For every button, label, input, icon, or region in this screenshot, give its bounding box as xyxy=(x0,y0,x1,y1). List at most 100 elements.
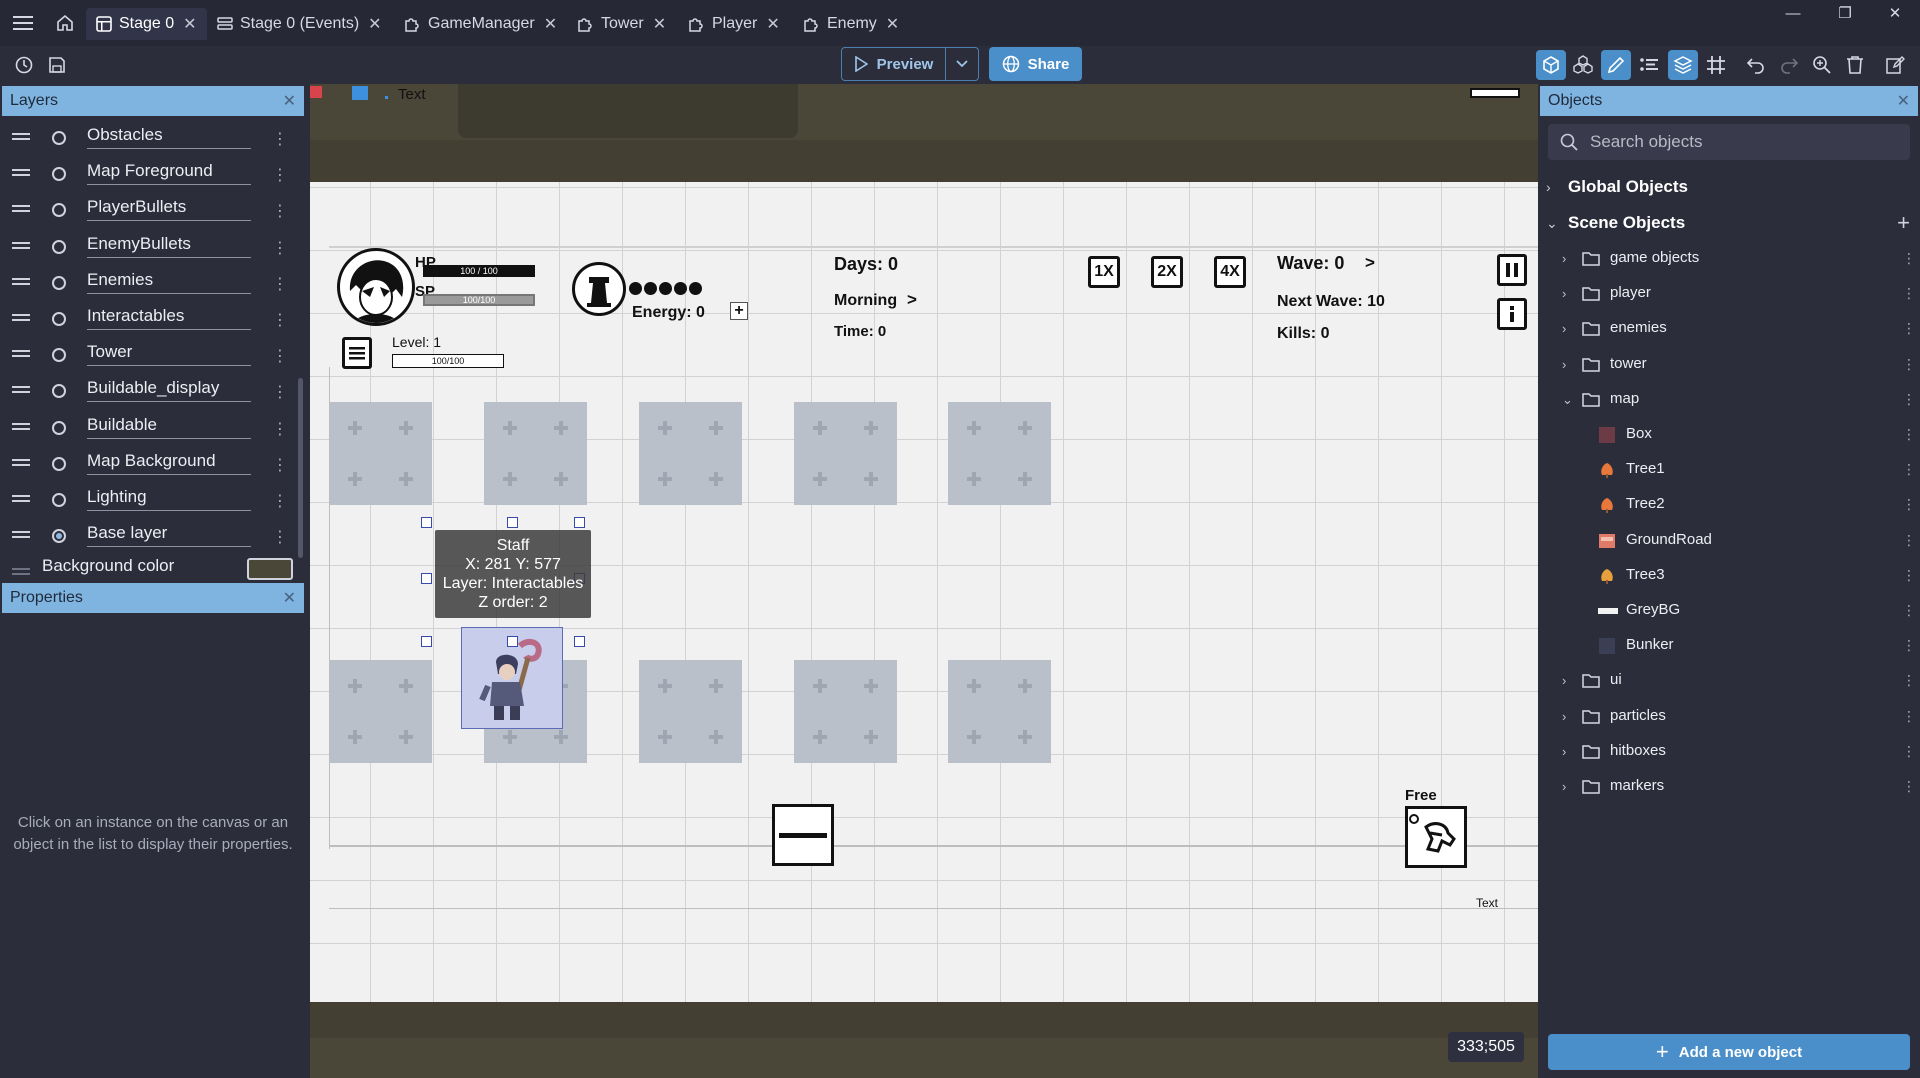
visibility-radio[interactable] xyxy=(52,529,66,544)
layer-name[interactable]: Map Background xyxy=(87,451,251,475)
drag-handle-icon[interactable] xyxy=(12,531,30,541)
visibility-radio[interactable] xyxy=(52,131,66,145)
speed-4x-button[interactable]: 4X xyxy=(1214,256,1246,288)
buildable-slot[interactable] xyxy=(484,402,587,505)
buildable-slot[interactable] xyxy=(329,402,432,505)
folder-row[interactable]: › markers ⋮ xyxy=(1538,772,1920,802)
more-options-icon[interactable]: ⋮ xyxy=(1902,532,1916,549)
object-groups-icon[interactable] xyxy=(1568,50,1598,80)
layer-row[interactable]: Map Foreground ⋮ xyxy=(0,156,300,192)
tab-enemy[interactable]: Enemy ✕ xyxy=(792,8,909,40)
home-icon[interactable] xyxy=(50,8,80,38)
more-options-icon[interactable]: ⋮ xyxy=(1902,250,1916,267)
tab-player[interactable]: Player ✕ xyxy=(677,8,790,40)
layers-scrollbar[interactable] xyxy=(298,378,303,558)
tab-tower[interactable]: Tower ✕ xyxy=(566,8,676,40)
visibility-radio[interactable] xyxy=(52,275,66,290)
more-options-icon[interactable]: ⋮ xyxy=(1902,320,1916,337)
trash-icon[interactable] xyxy=(1840,50,1870,80)
tab-gamemanager[interactable]: GameManager ✕ xyxy=(393,8,567,40)
more-options-icon[interactable]: ⋮ xyxy=(272,165,288,185)
visibility-radio[interactable] xyxy=(52,493,66,507)
drag-handle-icon[interactable] xyxy=(12,495,30,505)
drag-handle-icon[interactable] xyxy=(12,277,30,288)
folder-row[interactable]: › hitboxes ⋮ xyxy=(1538,737,1920,767)
more-options-icon[interactable]: ⋮ xyxy=(1902,708,1916,725)
buildable-slot[interactable] xyxy=(794,660,897,763)
more-options-icon[interactable]: ⋮ xyxy=(272,419,288,439)
edit-scene-icon[interactable] xyxy=(1881,50,1911,80)
resize-handle[interactable] xyxy=(507,636,518,647)
object-row[interactable]: GreyBG ⋮ xyxy=(1538,596,1920,626)
close-icon[interactable]: ✕ xyxy=(1897,91,1910,111)
layer-row[interactable]: Buildable_display ⋮ xyxy=(0,373,300,409)
visibility-radio[interactable] xyxy=(52,312,66,326)
close-icon[interactable]: ✕ xyxy=(766,14,779,34)
more-options-icon[interactable]: ⋮ xyxy=(272,238,288,258)
more-options-icon[interactable]: ⋮ xyxy=(1902,637,1916,654)
share-button[interactable]: Share xyxy=(989,47,1082,81)
add-energy-button[interactable]: + xyxy=(730,302,748,320)
more-options-icon[interactable]: ⋮ xyxy=(1902,743,1916,760)
undo-icon[interactable] xyxy=(1741,50,1771,80)
preview-dropdown[interactable] xyxy=(946,60,978,68)
layer-name[interactable]: Obstacles xyxy=(87,125,251,149)
drag-handle-icon[interactable] xyxy=(12,205,30,215)
layer-name[interactable]: Tower xyxy=(87,342,251,367)
drag-handle-icon[interactable] xyxy=(12,241,30,252)
pause-icon[interactable] xyxy=(1497,254,1527,286)
player-avatar[interactable] xyxy=(337,248,415,326)
bunker-object[interactable] xyxy=(772,804,834,866)
folder-row[interactable]: › tower ⋮ xyxy=(1538,350,1920,380)
character-portrait[interactable] xyxy=(1405,806,1467,868)
close-icon[interactable]: ✕ xyxy=(368,14,381,34)
chevron-right-icon[interactable]: › xyxy=(1562,709,1566,724)
speed-1x-button[interactable]: 1X xyxy=(1088,256,1120,288)
layer-row[interactable]: Enemies ⋮ xyxy=(0,265,300,301)
info-icon[interactable] xyxy=(1497,298,1527,330)
visibility-radio[interactable] xyxy=(52,167,66,182)
more-options-icon[interactable]: ⋮ xyxy=(1902,426,1916,443)
layer-name[interactable]: Buildable xyxy=(87,415,251,439)
resize-handle[interactable] xyxy=(421,636,432,647)
buildable-slot[interactable] xyxy=(639,660,742,763)
search-box[interactable] xyxy=(1548,124,1910,160)
visibility-radio[interactable] xyxy=(52,384,66,399)
drag-handle-icon[interactable] xyxy=(12,133,30,143)
next-period-arrow-icon[interactable]: > xyxy=(907,290,917,310)
redo-icon[interactable] xyxy=(1774,50,1804,80)
zoom-icon[interactable] xyxy=(1807,50,1837,80)
visibility-radio[interactable] xyxy=(52,203,66,218)
more-options-icon[interactable]: ⋮ xyxy=(1902,778,1916,795)
buildable-slot[interactable] xyxy=(948,660,1051,763)
folder-row[interactable]: › particles ⋮ xyxy=(1538,702,1920,732)
more-options-icon[interactable]: ⋮ xyxy=(1902,391,1916,408)
preview-button[interactable]: Preview xyxy=(841,47,979,81)
folder-row[interactable]: › enemies ⋮ xyxy=(1538,314,1920,344)
save-icon[interactable] xyxy=(42,50,72,80)
global-objects-section[interactable]: › Global Objects xyxy=(1538,172,1920,202)
layer-row[interactable]: Map Background ⋮ xyxy=(0,446,300,482)
resize-handle[interactable] xyxy=(421,517,432,528)
more-options-icon[interactable]: ⋮ xyxy=(1902,567,1916,584)
drag-handle-icon[interactable] xyxy=(12,386,30,396)
more-options-icon[interactable]: ⋮ xyxy=(272,310,288,330)
add-new-object-button[interactable]: + Add a new object xyxy=(1548,1034,1910,1070)
layer-name[interactable]: Enemies xyxy=(87,270,251,294)
chevron-right-icon[interactable]: › xyxy=(1562,321,1566,336)
object-row[interactable]: Tree1 ⋮ xyxy=(1538,455,1920,485)
object-row[interactable]: GroundRoad ⋮ xyxy=(1538,526,1920,556)
layer-row[interactable]: Interactables ⋮ xyxy=(0,301,300,337)
layer-name[interactable]: PlayerBullets xyxy=(87,197,251,222)
visibility-radio[interactable] xyxy=(52,420,66,435)
chevron-down-icon[interactable]: ⌄ xyxy=(1562,392,1573,408)
folder-row[interactable]: › ui ⋮ xyxy=(1538,666,1920,696)
layer-row[interactable]: Base layer ⋮ xyxy=(0,518,300,554)
chevron-right-icon[interactable]: › xyxy=(1562,251,1566,266)
folder-row[interactable]: ⌄ map ⋮ xyxy=(1538,385,1920,415)
chevron-right-icon[interactable]: › xyxy=(1562,673,1566,688)
layer-row[interactable]: Buildable ⋮ xyxy=(0,410,300,446)
layer-row[interactable]: Obstacles ⋮ xyxy=(0,120,300,156)
folder-row[interactable]: › player ⋮ xyxy=(1538,279,1920,309)
properties-panel-icon[interactable] xyxy=(1601,50,1631,80)
